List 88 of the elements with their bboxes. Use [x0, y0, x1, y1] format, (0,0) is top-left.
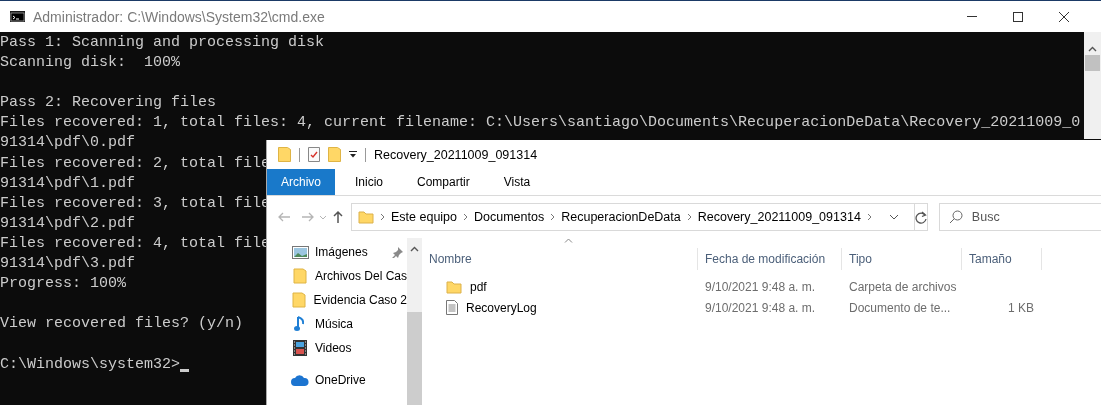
file-type: Documento de te...	[848, 300, 952, 315]
scroll-thumb[interactable]	[407, 312, 422, 405]
nav-item[interactable]: Archivos Del Cas	[267, 264, 407, 288]
nav-item[interactable]: OneDrive	[267, 368, 407, 392]
back-button[interactable]	[277, 210, 291, 224]
film-icon	[293, 340, 307, 356]
forward-icon	[301, 210, 315, 224]
back-icon	[277, 210, 291, 224]
scroll-up-icon	[1088, 46, 1097, 52]
nav-label: OneDrive	[315, 373, 366, 387]
folder-icon	[278, 147, 291, 162]
console-line: C:\Windows\system32>	[0, 354, 181, 375]
folder-icon	[446, 278, 462, 295]
nav-label: Imágenes	[315, 245, 368, 259]
ribbon-tab[interactable]: Archivo	[267, 169, 335, 195]
quick-access-button[interactable]	[278, 147, 291, 162]
file-name[interactable]: RecoveryLog	[466, 300, 537, 315]
nav-label: Videos	[315, 341, 352, 355]
folder-icon	[292, 292, 307, 308]
checklist-icon	[308, 147, 320, 162]
console-line: 91314\pdf\0.pdf	[0, 133, 136, 154]
new-folder-button[interactable]	[328, 147, 341, 162]
nav-item[interactable]: Evidencia Caso 2	[267, 288, 407, 312]
up-button[interactable]	[331, 210, 345, 224]
file-name[interactable]: pdf	[470, 279, 487, 294]
music-note-icon	[294, 316, 306, 332]
chevron-right-icon	[550, 213, 556, 221]
console-line: Pass 1: Scanning and processing disk	[0, 33, 325, 53]
forward-button[interactable]	[301, 210, 315, 224]
ribbon-tab[interactable]: Vista	[489, 169, 545, 195]
dropdown-icon	[349, 151, 357, 158]
window-title: Recovery_20211009_091314	[374, 147, 538, 162]
breadcrumb[interactable]: Documentos	[474, 210, 545, 224]
text-cursor	[180, 368, 190, 372]
image-icon	[291, 245, 309, 259]
cloud-icon	[291, 374, 309, 386]
console-line: Progress: 100%	[0, 274, 127, 295]
console-line: Scanning disk: 100%	[0, 53, 181, 74]
nav-item[interactable]: Videos	[267, 336, 407, 360]
console-line: View recovered files? (y/n)	[0, 314, 244, 335]
nav-item[interactable]: Música	[267, 312, 407, 336]
column-header[interactable]: Nombre	[422, 248, 698, 270]
folder-icon	[293, 268, 307, 284]
file-type: Carpeta de archivos	[848, 279, 958, 294]
nav-label: Archivos Del Cas	[314, 269, 407, 283]
column-header[interactable]: Fecha de modificación	[698, 248, 842, 270]
scrollbar[interactable]	[407, 238, 422, 405]
folder-icon	[328, 147, 341, 162]
file-size: 1 KB	[1007, 300, 1035, 315]
up-icon	[331, 210, 345, 224]
folder-icon	[358, 209, 374, 225]
minimize-icon	[967, 16, 977, 17]
ribbon-tab[interactable]: Inicio	[341, 169, 398, 195]
scroll-up-icon	[410, 246, 419, 252]
window-title: Administrador: C:\Windows\System32\cmd.exe	[33, 8, 325, 25]
nav-label: Música	[315, 317, 353, 331]
console-line: 91314\pdf\3.pdf	[0, 254, 136, 275]
chevron-right-icon	[380, 213, 385, 221]
customize-toolbar-button[interactable]	[349, 151, 357, 158]
scroll-thumb[interactable]	[1085, 55, 1100, 71]
refresh-icon	[914, 210, 927, 224]
file-date: 9/10/2021 9:48 a. m.	[704, 300, 817, 315]
ribbon-tab[interactable]: Compartir	[403, 169, 484, 195]
chevron-right-icon	[463, 213, 469, 221]
chevron-down-icon	[888, 214, 899, 220]
text-file-icon	[446, 300, 458, 315]
console-line: 91314\pdf\1.pdf	[0, 173, 136, 194]
search-field[interactable]: Busc	[938, 203, 1101, 231]
scrollbar[interactable]	[1084, 32, 1101, 139]
chevron-right-icon	[686, 213, 692, 221]
address-bar[interactable]: Este equipo Documentos RecuperacionDeData Recovery_20211009_091314	[351, 203, 915, 231]
chevron-right-icon	[866, 213, 872, 221]
column-header[interactable]: Tamaño	[962, 248, 1042, 270]
breadcrumb[interactable]: RecuperacionDeData	[561, 210, 681, 224]
properties-button[interactable]	[308, 147, 320, 162]
console-line: 91314\pdf\2.pdf	[0, 213, 136, 234]
column-header[interactable]: Tipo	[842, 248, 962, 270]
console-app-icon	[10, 11, 25, 22]
maximize-icon	[1012, 10, 1024, 23]
console-line: Files recovered: 1, total files: 4, current filename: C:\Users\santiago\Documents\RecuperacionDeData\Recovery_20211009_0	[0, 113, 1081, 134]
breadcrumb[interactable]: Recovery_20211009_091314	[697, 210, 861, 224]
breadcrumb[interactable]: Este equipo	[391, 210, 458, 224]
close-icon	[1058, 10, 1070, 23]
nav-label: Evidencia Caso 2	[313, 293, 407, 307]
file-date: 9/10/2021 9:48 a. m.	[704, 279, 817, 294]
console-line: Pass 2: Recovering files	[0, 93, 217, 114]
search-icon	[948, 210, 963, 224]
nav-item[interactable]: Imágenes	[267, 240, 407, 264]
